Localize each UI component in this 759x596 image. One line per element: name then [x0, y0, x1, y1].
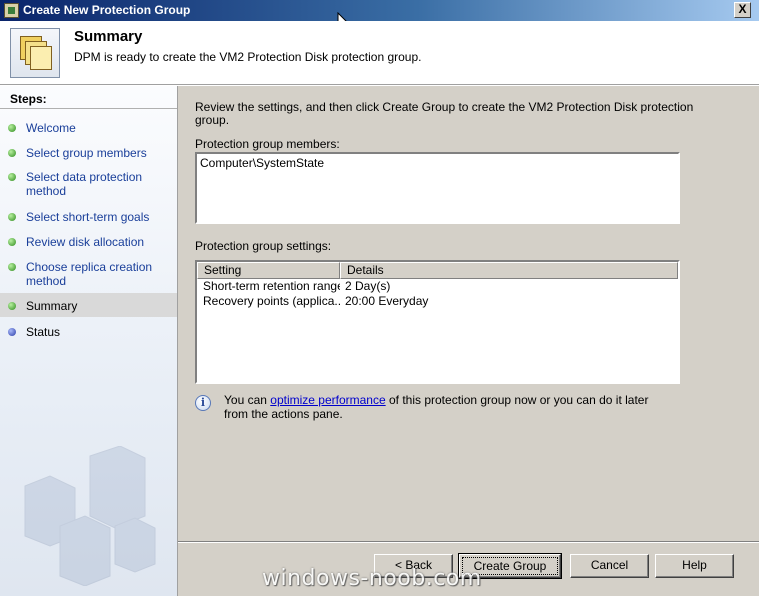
column-header-setting[interactable]: Setting [197, 262, 340, 279]
green-bullet-icon [8, 173, 16, 181]
green-bullet-icon [8, 238, 16, 246]
step-review-disk-allocation[interactable]: Review disk allocation [0, 235, 177, 249]
green-bullet-icon [8, 124, 16, 132]
step-select-group-members[interactable]: Select group members [0, 146, 177, 160]
step-label: Review disk allocation [26, 235, 145, 249]
protection-group-icon [10, 28, 60, 78]
optimize-performance-link[interactable]: optimize performance [270, 393, 385, 407]
site-watermark: windows-noob.com [262, 566, 482, 591]
step-label: Summary [26, 299, 78, 313]
step-summary[interactable]: Summary [0, 293, 177, 317]
steps-label: Steps: [0, 86, 177, 109]
column-header-details[interactable]: Details [340, 262, 678, 279]
details-cell: 2 Day(s) [345, 279, 391, 293]
info-icon: i [195, 395, 211, 411]
members-textbox[interactable]: Computer\SystemState [195, 152, 680, 224]
setting-cell: Recovery points (applica... [203, 294, 340, 308]
settings-listview[interactable]: Setting Details Short-term retention ran… [195, 260, 680, 384]
member-item: Computer\SystemState [200, 156, 325, 170]
step-choose-replica-creation-method[interactable]: Choose replica creation method [0, 260, 177, 288]
help-button[interactable]: Help [655, 554, 734, 578]
cancel-button[interactable]: Cancel [570, 554, 649, 578]
page-title: Summary [74, 28, 143, 45]
close-button[interactable]: X [734, 2, 751, 18]
list-header: Setting Details [197, 262, 678, 279]
green-bullet-icon [8, 149, 16, 157]
blue-bullet-icon [8, 328, 16, 336]
step-label: Status [26, 325, 61, 339]
title-bar: Create New Protection Group X [0, 0, 759, 21]
step-welcome[interactable]: Welcome [0, 121, 177, 135]
summary-panel: Review the settings, and then click Crea… [178, 86, 759, 596]
table-row[interactable]: Short-term retention range 2 Day(s) [197, 279, 678, 294]
step-label: Choose replica creation method [26, 260, 153, 288]
step-select-data-protection-method[interactable]: Select data protection method [0, 170, 177, 198]
setting-cell: Short-term retention range [203, 279, 340, 293]
button-separator [178, 541, 759, 543]
step-label: Select short-term goals [26, 210, 150, 224]
window-title: Create New Protection Group [23, 3, 191, 17]
step-select-short-term-goals[interactable]: Select short-term goals [0, 210, 177, 224]
step-label: Select data protection method [26, 170, 143, 198]
servers-watermark-icon [24, 446, 156, 586]
step-label: Select group members [26, 146, 147, 160]
green-bullet-icon [8, 302, 16, 310]
green-bullet-icon [8, 213, 16, 221]
step-label: Welcome [26, 121, 76, 135]
page-subtitle: DPM is ready to create the VM2 Protectio… [74, 50, 422, 64]
members-label: Protection group members: [195, 137, 340, 151]
green-bullet-icon [8, 263, 16, 271]
settings-label: Protection group settings: [195, 239, 332, 253]
step-status: Status [0, 325, 177, 339]
review-instructions: Review the settings, and then click Crea… [195, 100, 694, 127]
info-message: You can optimize performance of this pro… [224, 393, 674, 421]
steps-sidebar: Steps: Welcome Select group members Sele… [0, 86, 178, 596]
details-cell: 20:00 Everyday [345, 294, 429, 308]
info-prefix: You can [224, 393, 271, 407]
app-icon [4, 3, 19, 18]
wizard-header: Summary DPM is ready to create the VM2 P… [0, 21, 759, 85]
table-row[interactable]: Recovery points (applica... 20:00 Everyd… [197, 294, 678, 309]
